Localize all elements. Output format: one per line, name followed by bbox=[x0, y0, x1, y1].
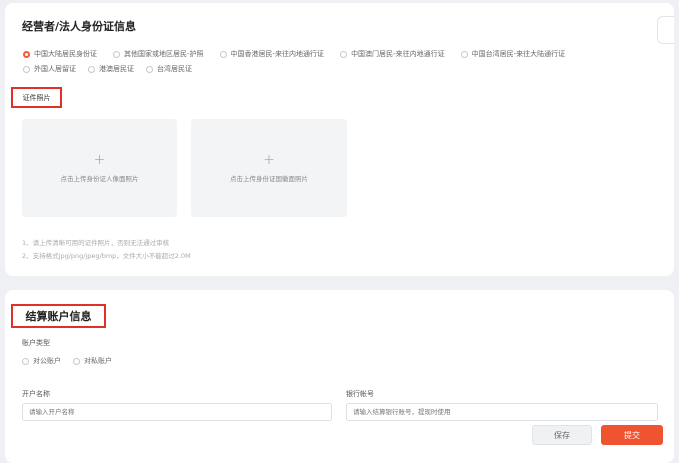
radio-id-foreign-residence[interactable]: 外国人居留证 bbox=[23, 64, 76, 74]
radio-id-hongkong[interactable]: 中国香港居民-来往内地通行证 bbox=[219, 49, 325, 59]
bank-account-input[interactable] bbox=[346, 403, 658, 421]
radio-dot bbox=[23, 50, 30, 58]
account-name-input[interactable] bbox=[22, 403, 332, 421]
radio-corporate-account[interactable]: 对公账户 bbox=[22, 356, 61, 366]
upload-front-text: 点击上传身份证人像面照片 bbox=[60, 175, 139, 183]
plus-icon: + bbox=[93, 152, 106, 168]
radio-dot bbox=[340, 50, 348, 58]
upload-note-1: 1、请上传清晰可用的证件照片，否则无法通过审核 bbox=[22, 239, 170, 247]
radio-label: 中国香港居民-来往内地通行证 bbox=[230, 50, 325, 58]
radio-dot bbox=[73, 357, 80, 365]
radio-dot bbox=[88, 65, 95, 73]
photo-label: 证件照片 bbox=[11, 87, 62, 108]
identity-section-title: 经营者/法人身份证信息 bbox=[22, 20, 137, 33]
account-type-label: 账户类型 bbox=[22, 339, 50, 347]
radio-id-hk-macau-resident[interactable]: 港澳居民证 bbox=[88, 64, 134, 74]
radio-dot bbox=[460, 50, 468, 58]
radio-dot bbox=[113, 50, 120, 58]
upload-back-button[interactable]: + 点击上传身份证国徽面照片 bbox=[191, 119, 347, 217]
radio-id-taiwan-resident[interactable]: 台湾居民证 bbox=[146, 64, 192, 74]
radio-label: 其他国家或地区居民-护照 bbox=[124, 50, 204, 58]
radio-dot bbox=[219, 50, 227, 58]
radio-label: 中国澳门居民-来往内地通行证 bbox=[351, 50, 445, 58]
id-type-row-2: 外国人居留证 港澳居民证 台湾居民证 bbox=[23, 64, 204, 74]
radio-dot bbox=[22, 357, 29, 365]
radio-id-mainland[interactable]: 中国大陆居民身份证 bbox=[23, 49, 97, 59]
radio-label: 中国台湾居民-来往大陆通行证 bbox=[471, 50, 566, 58]
settlement-section-title: 结算账户信息 bbox=[11, 304, 106, 328]
radio-label: 对私账户 bbox=[84, 357, 112, 365]
upload-back-text: 点击上传身份证国徽面照片 bbox=[230, 175, 308, 183]
radio-label: 对公账户 bbox=[33, 357, 61, 365]
radio-label: 中国大陆居民身份证 bbox=[34, 50, 97, 58]
side-tab[interactable] bbox=[657, 16, 674, 44]
upload-front-button[interactable]: + 点击上传身份证人像面照片 bbox=[22, 119, 177, 217]
plus-icon: + bbox=[263, 152, 275, 168]
id-type-row-1: 中国大陆居民身份证 其他国家或地区居民-护照 中国香港居民-来往内地通行证 中国… bbox=[23, 49, 577, 59]
radio-dot bbox=[146, 65, 153, 73]
submit-button[interactable]: 提交 bbox=[601, 425, 663, 445]
account-name-label: 开户名称 bbox=[22, 390, 50, 398]
radio-dot bbox=[23, 65, 30, 73]
radio-personal-account[interactable]: 对私账户 bbox=[73, 356, 112, 366]
account-type-row: 对公账户 对私账户 bbox=[22, 356, 124, 366]
radio-label: 港澳居民证 bbox=[99, 65, 134, 73]
radio-label: 外国人居留证 bbox=[34, 65, 76, 73]
radio-id-passport[interactable]: 其他国家或地区居民-护照 bbox=[113, 49, 204, 59]
upload-note-2: 2、支持格式jpg/png/jpeg/bmp，文件大小不能超过2.0M bbox=[22, 252, 191, 260]
save-button[interactable]: 保存 bbox=[532, 425, 592, 445]
bank-account-label: 银行帐号 bbox=[346, 390, 374, 398]
radio-id-macau[interactable]: 中国澳门居民-来往内地通行证 bbox=[340, 49, 445, 59]
radio-label: 台湾居民证 bbox=[157, 65, 192, 73]
radio-id-taiwan[interactable]: 中国台湾居民-来往大陆通行证 bbox=[460, 49, 566, 59]
